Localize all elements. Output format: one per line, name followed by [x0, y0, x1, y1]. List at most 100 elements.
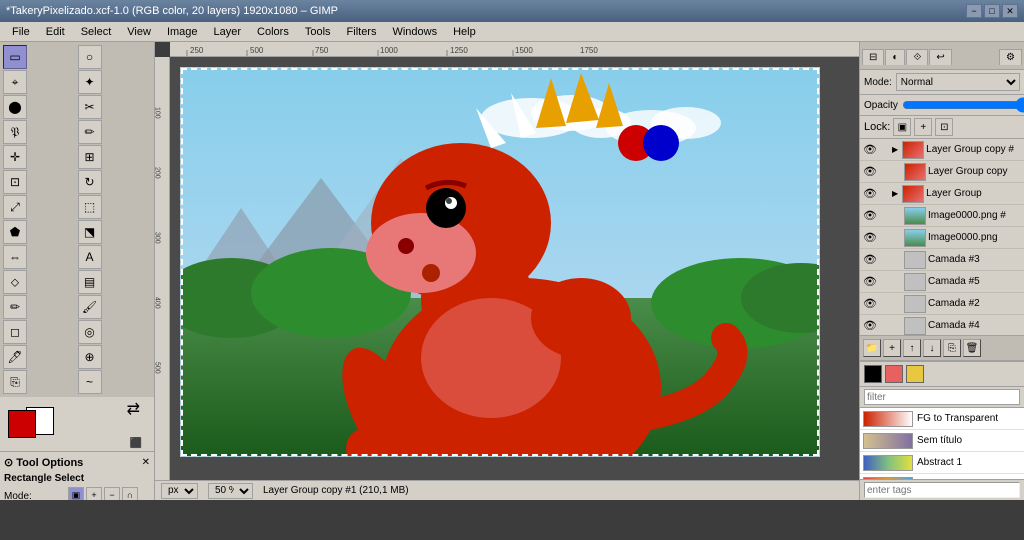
reset-colors-button[interactable]: ⬛ [130, 438, 142, 449]
menu-select[interactable]: Select [73, 24, 120, 40]
opacity-slider[interactable] [902, 98, 1024, 112]
menu-help[interactable]: Help [445, 24, 484, 40]
free-select-tool[interactable]: ⌖ [3, 70, 27, 94]
flip-tool[interactable]: ⇔ [3, 245, 27, 269]
bucket-fill-tool[interactable]: ⬦ [3, 270, 27, 294]
lock-position-btn[interactable]: + [914, 118, 932, 136]
gradient-item[interactable]: Abstract 1 [860, 452, 1024, 474]
pencil-tool[interactable]: ✏ [3, 295, 27, 319]
right-tab-gear[interactable]: ⚙ [999, 49, 1022, 65]
clone-tool[interactable]: ⎘ [3, 370, 27, 394]
foreground-color-swatch[interactable] [8, 410, 36, 438]
shear-tool[interactable]: ⬚ [78, 195, 102, 219]
paintbrush-tool[interactable]: 🖌 [78, 295, 102, 319]
transform-tool[interactable]: ⬔ [78, 220, 102, 244]
swatch-yellow[interactable] [906, 365, 924, 383]
swatch-red[interactable] [885, 365, 903, 383]
eraser-tool[interactable]: ◻ [3, 320, 27, 344]
select-by-color-tool[interactable]: ⬤ [3, 95, 27, 119]
canvas-image[interactable] [180, 67, 820, 457]
layer-visibility-icon[interactable]: 👁 [862, 230, 878, 246]
menu-image[interactable]: Image [159, 24, 206, 40]
swatch-black[interactable] [864, 365, 882, 383]
lock-pixels-btn[interactable]: ▣ [893, 118, 911, 136]
gradient-item[interactable]: Sem título [860, 430, 1024, 452]
tags-input[interactable] [864, 482, 1020, 498]
canvas-viewport[interactable] [170, 57, 859, 480]
layer-visibility-icon[interactable]: 👁 [862, 142, 878, 158]
ellipse-select-tool[interactable]: ○ [78, 45, 102, 69]
gradient-filter-input[interactable] [864, 389, 1020, 405]
airbrush-tool[interactable]: ◎ [78, 320, 102, 344]
tool-options-close[interactable]: ✕ [142, 457, 150, 468]
undo-tab[interactable]: ↩ [929, 49, 951, 65]
layer-item[interactable]: 👁 Camada #3 [860, 249, 1024, 271]
layer-item[interactable]: 👁▶Layer Group copy # [860, 139, 1024, 161]
gradient-item[interactable]: FG to Transparent [860, 408, 1024, 430]
layer-item[interactable]: 👁Image0000.png [860, 227, 1024, 249]
duplicate-layer-btn[interactable]: ⎘ [943, 339, 961, 357]
maximize-button[interactable]: □ [984, 4, 1000, 18]
status-unit-select[interactable]: px % in [161, 483, 198, 499]
lower-layer-btn[interactable]: ↓ [923, 339, 941, 357]
crop-tool[interactable]: ⊡ [3, 170, 27, 194]
menu-colors[interactable]: Colors [249, 24, 297, 40]
smudge-tool[interactable]: ~ [78, 370, 102, 394]
layer-visibility-icon[interactable]: 👁 [862, 252, 878, 268]
layer-visibility-icon[interactable]: 👁 [862, 274, 878, 290]
delete-layer-btn[interactable]: 🗑 [963, 339, 981, 357]
swap-colors-button[interactable]: ⇄ [127, 399, 140, 419]
new-layer-group-btn[interactable]: 📁 [863, 339, 881, 357]
move-tool[interactable]: ✛ [3, 145, 27, 169]
heal-tool[interactable]: ⊕ [78, 345, 102, 369]
layer-visibility-icon[interactable]: 👁 [862, 186, 878, 202]
blend-tool[interactable]: ▤ [78, 270, 102, 294]
perspective-tool[interactable]: ⬟ [3, 220, 27, 244]
layer-expand-arrow-icon[interactable]: ▶ [892, 145, 898, 154]
menu-windows[interactable]: Windows [384, 24, 445, 40]
menu-view[interactable]: View [119, 24, 159, 40]
menu-layer[interactable]: Layer [206, 24, 250, 40]
menu-filters[interactable]: Filters [339, 24, 385, 40]
layer-mode-dropdown[interactable]: Normal Multiply Screen [896, 73, 1020, 91]
mode-intersect-btn[interactable]: ∩ [122, 487, 138, 500]
layer-item[interactable]: 👁Camada #5 [860, 271, 1024, 293]
ink-tool[interactable]: 🖊 [3, 345, 27, 369]
layer-visibility-icon[interactable]: 👁 [862, 296, 878, 312]
layer-item[interactable]: 👁Image0000.png # [860, 205, 1024, 227]
layer-visibility-icon[interactable]: 👁 [862, 164, 878, 180]
menu-file[interactable]: File [4, 24, 38, 40]
menu-tools[interactable]: Tools [297, 24, 339, 40]
new-layer-btn[interactable]: + [883, 339, 901, 357]
mode-add-btn[interactable]: + [86, 487, 102, 500]
paint-tool[interactable]: ✏ [78, 120, 102, 144]
fuzzy-select-tool[interactable]: ✦ [78, 70, 102, 94]
channels-tab[interactable]: ◐ [885, 49, 905, 65]
paths-tab[interactable]: ⟐ [906, 49, 928, 65]
scale-tool[interactable]: ⤢ [3, 195, 27, 219]
minimize-button[interactable]: − [966, 4, 982, 18]
mode-subtract-btn[interactable]: − [104, 487, 120, 500]
zoom-select[interactable]: 50 % 100 % 200 % [208, 483, 253, 499]
close-button[interactable]: ✕ [1002, 4, 1018, 18]
raise-layer-btn[interactable]: ↑ [903, 339, 921, 357]
layer-item[interactable]: 👁▶Layer Group [860, 183, 1024, 205]
svg-text:400: 400 [155, 297, 161, 309]
layer-item[interactable]: 👁Layer Group copy [860, 161, 1024, 183]
menu-edit[interactable]: Edit [38, 24, 73, 40]
layer-visibility-icon[interactable]: 👁 [862, 208, 878, 224]
mode-replace-btn[interactable]: ▣ [68, 487, 84, 500]
layer-name-label: Camada #3 [928, 254, 1022, 265]
align-tool[interactable]: ⊞ [78, 145, 102, 169]
rotate-tool[interactable]: ↻ [78, 170, 102, 194]
paths-tool[interactable]: 𝔓 [3, 120, 27, 144]
layers-tab[interactable]: ⊟ [862, 49, 884, 65]
layer-expand-arrow-icon[interactable]: ▶ [892, 189, 898, 198]
text-tool[interactable]: A [78, 245, 102, 269]
layer-visibility-icon[interactable]: 👁 [862, 318, 878, 334]
layer-item[interactable]: 👁Camada #2 [860, 293, 1024, 315]
rectangle-select-tool[interactable]: ▭ [3, 45, 27, 69]
scissors-select-tool[interactable]: ✂ [78, 95, 102, 119]
lock-alpha-btn[interactable]: ⊡ [935, 118, 953, 136]
layer-item[interactable]: 👁Camada #4 [860, 315, 1024, 335]
